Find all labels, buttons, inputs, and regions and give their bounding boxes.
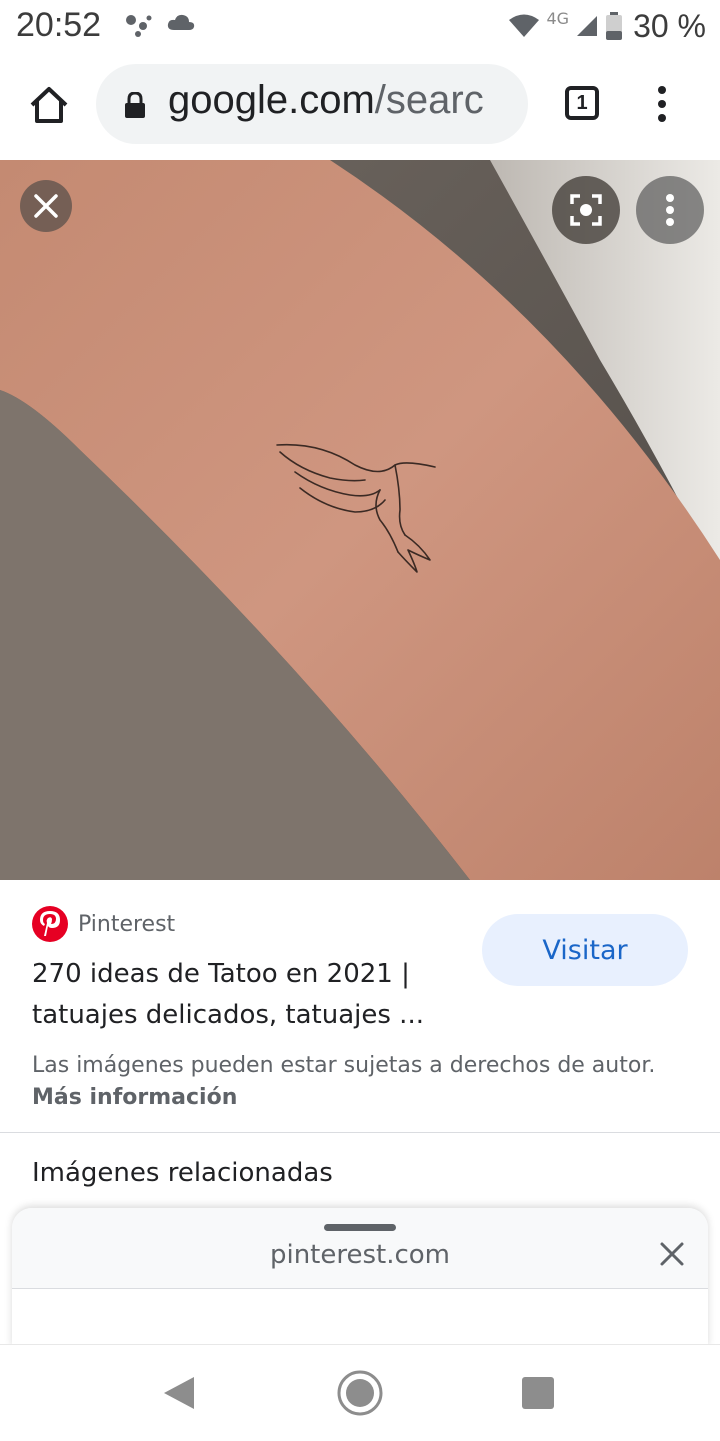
copyright-text: Las imágenes pueden estar sujetas a dere… bbox=[32, 1053, 656, 1078]
visit-button[interactable]: Visitar bbox=[482, 914, 688, 986]
browser-toolbar: google.com/searc 1 bbox=[0, 52, 720, 160]
back-icon[interactable] bbox=[162, 1375, 196, 1411]
image-more-options-button[interactable] bbox=[636, 176, 704, 244]
battery-icon bbox=[606, 12, 623, 40]
address-bar[interactable]: google.com/searc bbox=[96, 64, 528, 144]
close-preview-button[interactable] bbox=[20, 180, 72, 232]
recent-apps-icon[interactable] bbox=[522, 1377, 554, 1409]
url-host: google.com bbox=[168, 78, 375, 122]
tattoo-photo bbox=[0, 160, 720, 880]
sheet-header[interactable]: pinterest.com bbox=[12, 1208, 708, 1289]
nav-home-icon[interactable] bbox=[336, 1369, 384, 1417]
status-time: 20:52 bbox=[16, 6, 102, 44]
home-icon[interactable] bbox=[28, 84, 70, 126]
network-type: 4G bbox=[546, 8, 570, 28]
close-icon bbox=[34, 194, 58, 218]
battery-percent: 30 % bbox=[633, 7, 706, 44]
close-icon[interactable] bbox=[656, 1238, 688, 1270]
tab-count: 1 bbox=[576, 91, 588, 114]
drag-handle[interactable] bbox=[324, 1224, 396, 1231]
lock-icon bbox=[125, 92, 145, 118]
cloud-icon bbox=[167, 14, 195, 30]
divider bbox=[0, 1132, 720, 1133]
result-info-panel: Pinterest 270 ideas de Tatoo en 2021 | t… bbox=[0, 880, 720, 1132]
copyright-notice: Las imágenes pueden estar sujetas a dere… bbox=[32, 1050, 672, 1114]
result-title[interactable]: 270 ideas de Tatoo en 2021 | tatuajes de… bbox=[32, 954, 442, 1036]
bottom-sheet[interactable]: pinterest.com bbox=[12, 1208, 708, 1348]
url-path: /searc bbox=[374, 78, 484, 122]
assistant-dots-icon bbox=[126, 15, 152, 37]
url-text: google.com/searc bbox=[168, 78, 484, 123]
sheet-domain: pinterest.com bbox=[269, 1240, 451, 1270]
related-images-heading: Imágenes relacionadas bbox=[32, 1158, 333, 1188]
image-preview[interactable] bbox=[0, 160, 720, 880]
tab-switcher-button[interactable]: 1 bbox=[565, 86, 599, 120]
lens-icon bbox=[570, 194, 602, 226]
more-info-link[interactable]: Más información bbox=[32, 1085, 237, 1110]
system-nav-bar bbox=[0, 1344, 720, 1441]
status-right: 4G 30 % bbox=[508, 6, 706, 46]
source-name[interactable]: Pinterest bbox=[78, 912, 175, 937]
status-bar: 20:52 4G 30 % bbox=[0, 0, 720, 52]
lens-button[interactable] bbox=[552, 176, 620, 244]
wifi-icon bbox=[509, 14, 540, 37]
more-vert-icon[interactable] bbox=[652, 82, 672, 126]
pinterest-logo-icon bbox=[32, 906, 68, 942]
signal-icon bbox=[577, 16, 598, 36]
